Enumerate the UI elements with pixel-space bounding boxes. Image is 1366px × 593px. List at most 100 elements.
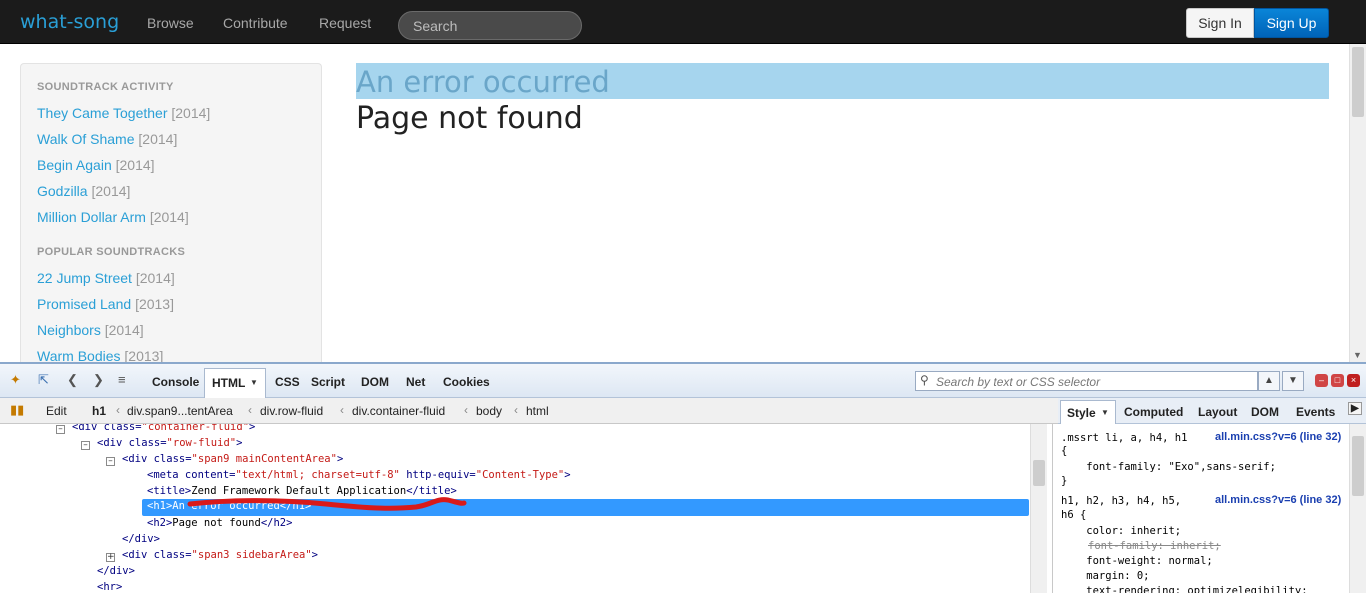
detach-icon[interactable]: □	[1331, 374, 1344, 387]
soundtrack-link[interactable]: Begin Again	[37, 157, 112, 173]
sidebar-item[interactable]: Promised Land [2013]	[37, 296, 174, 312]
tab-dom[interactable]: DOM	[361, 375, 389, 389]
sidebar-item[interactable]: Walk Of Shame [2014]	[37, 131, 177, 147]
breadcrumb: ▮▮ Edit h1 ‹ div.span9...tentArea ‹ div.…	[0, 398, 1058, 424]
tab-cookies[interactable]: Cookies	[443, 375, 490, 389]
tab-layout[interactable]: Layout	[1198, 405, 1237, 419]
soundtrack-link[interactable]: Godzilla	[37, 183, 88, 199]
tab-html-label: HTML	[212, 376, 246, 390]
soundtrack-year: [2013]	[124, 348, 164, 363]
nav-browse[interactable]: Browse	[147, 15, 194, 31]
sidebar-item[interactable]: Begin Again [2014]	[37, 157, 155, 173]
html-node[interactable]: <div class="span9 mainContentArea">	[122, 453, 343, 469]
search-next-button[interactable]: ▼	[1282, 371, 1304, 391]
break-on-mutate-icon[interactable]: ▮▮	[10, 402, 24, 418]
soundtrack-link[interactable]: Walk Of Shame	[37, 131, 135, 147]
css-selector: .mssrt li, a, h4, h1	[1061, 432, 1188, 444]
page-scroll-thumb[interactable]	[1352, 47, 1364, 117]
html-node[interactable]: <div class="container-fluid">	[72, 424, 255, 437]
tab-events[interactable]: Events	[1296, 405, 1335, 419]
tab-style[interactable]: Style ▼	[1060, 400, 1116, 424]
breadcrumb-item[interactable]: div.span9...tentArea	[127, 404, 233, 418]
html-node[interactable]: <div class="span3 sidebarArea">	[122, 549, 318, 565]
html-node[interactable]: <h2>Page not found</h2>	[147, 517, 292, 533]
html-node[interactable]: <meta content="text/html; charset=utf-8"…	[147, 469, 571, 485]
sidebar-item[interactable]: They Came Together [2014]	[37, 105, 210, 121]
style-pane-scroll-thumb[interactable]	[1352, 436, 1364, 496]
breadcrumb-item[interactable]: div.container-fluid	[352, 404, 445, 418]
html-node[interactable]: </div>	[122, 533, 160, 549]
chevron-down-icon: ▼	[250, 378, 258, 387]
nav-request[interactable]: Request	[319, 15, 371, 31]
html-node[interactable]: <div class="row-fluid">	[97, 437, 242, 453]
css-source-link[interactable]: all.min.css?v=6 (line 32)	[1215, 431, 1341, 443]
expand-toggle-icon[interactable]: +	[106, 553, 115, 562]
sign-up-button[interactable]: Sign Up	[1254, 8, 1329, 38]
soundtrack-link[interactable]: They Came Together	[37, 105, 167, 121]
back-arrow-icon[interactable]: ❮	[67, 372, 78, 388]
tab-computed[interactable]: Computed	[1124, 405, 1183, 419]
sign-in-button[interactable]: Sign In	[1186, 8, 1254, 38]
css-property[interactable]: font-family: "Exo",sans-serif;	[1061, 461, 1276, 473]
tab-css[interactable]: CSS	[275, 375, 300, 389]
css-property[interactable]: color: inherit;	[1061, 525, 1181, 537]
soundtrack-year: [2014]	[171, 105, 211, 121]
css-property[interactable]: text-rendering: optimizelegibility;	[1061, 585, 1307, 593]
command-line-icon[interactable]: ≡	[118, 372, 126, 387]
collapse-toggle-icon[interactable]: –	[81, 441, 90, 450]
tab-dom-side[interactable]: DOM	[1251, 405, 1279, 419]
sidebar-item[interactable]: 22 Jump Street [2014]	[37, 270, 175, 286]
search-prev-button[interactable]: ▲	[1258, 371, 1280, 391]
tab-console[interactable]: Console	[152, 375, 199, 389]
sidebar-item[interactable]: Million Dollar Arm [2014]	[37, 209, 189, 225]
search-input[interactable]: Search	[398, 11, 582, 40]
breadcrumb-item[interactable]: h1	[92, 404, 106, 418]
tab-script[interactable]: Script	[311, 375, 345, 389]
soundtrack-link[interactable]: 22 Jump Street	[37, 270, 132, 286]
sidebar-item[interactable]: Godzilla [2014]	[37, 183, 130, 199]
soundtrack-activity-heading: SOUNDTRACK ACTIVITY	[37, 81, 174, 93]
collapse-toggle-icon[interactable]: –	[56, 425, 65, 434]
html-pane-scroll-thumb[interactable]	[1033, 460, 1045, 486]
style-pane-scrollbar[interactable]	[1349, 424, 1366, 593]
brand-logo[interactable]: what-song	[20, 11, 119, 33]
html-node[interactable]: <hr>	[97, 581, 122, 593]
breadcrumb-item[interactable]: body	[476, 404, 502, 418]
close-icon[interactable]: ×	[1347, 374, 1360, 387]
soundtrack-link[interactable]: Million Dollar Arm	[37, 209, 146, 225]
tab-net[interactable]: Net	[406, 375, 425, 389]
edit-button[interactable]: Edit	[46, 404, 67, 418]
sidebar-item[interactable]: Neighbors [2014]	[37, 322, 144, 338]
sidebar-item[interactable]: Warm Bodies [2013]	[37, 348, 163, 363]
html-search-input[interactable]: ⚲ Search by text or CSS selector	[915, 371, 1258, 391]
breadcrumb-item[interactable]: div.row-fluid	[260, 404, 323, 418]
minimize-icon[interactable]: –	[1315, 374, 1328, 387]
html-tree-pane: – <div class="container-fluid"> – <div c…	[0, 424, 1030, 593]
soundtrack-link[interactable]: Promised Land	[37, 296, 131, 312]
breadcrumb-separator: ‹	[248, 403, 252, 417]
css-brace: {	[1061, 445, 1068, 457]
nav-contribute[interactable]: Contribute	[223, 15, 288, 31]
search-placeholder: Search	[413, 18, 458, 34]
soundtrack-year: [2014]	[135, 270, 175, 286]
soundtrack-year: [2014]	[115, 157, 155, 173]
soundtrack-link[interactable]: Warm Bodies	[37, 348, 121, 363]
scroll-down-arrow-icon[interactable]: ▼	[1353, 350, 1362, 360]
collapse-toggle-icon[interactable]: –	[106, 457, 115, 466]
tab-html[interactable]: HTML ▼	[204, 368, 266, 398]
css-source-link[interactable]: all.min.css?v=6 (line 32)	[1215, 494, 1341, 506]
top-navbar: what-song Browse Contribute Request Sear…	[0, 0, 1366, 44]
css-property[interactable]: margin: 0;	[1061, 570, 1149, 582]
page-scrollbar[interactable]: ▼	[1349, 44, 1366, 362]
css-property-overridden[interactable]: font-family: inherit;	[1088, 540, 1221, 552]
firebug-bug-icon[interactable]: ✦	[10, 372, 21, 388]
breadcrumb-item[interactable]: html	[526, 404, 549, 418]
more-tabs-arrow-icon[interactable]: ▶	[1348, 402, 1362, 415]
soundtrack-link[interactable]: Neighbors	[37, 322, 101, 338]
html-pane-scrollbar[interactable]	[1030, 424, 1047, 593]
html-node[interactable]: </div>	[97, 565, 135, 581]
css-property[interactable]: font-weight: normal;	[1061, 555, 1212, 567]
forward-arrow-icon[interactable]: ❯	[93, 372, 104, 388]
inspect-element-icon[interactable]: ⇱	[38, 372, 49, 388]
side-panel-tabs: Style ▼ Computed Layout DOM Events ▶	[1058, 398, 1366, 424]
